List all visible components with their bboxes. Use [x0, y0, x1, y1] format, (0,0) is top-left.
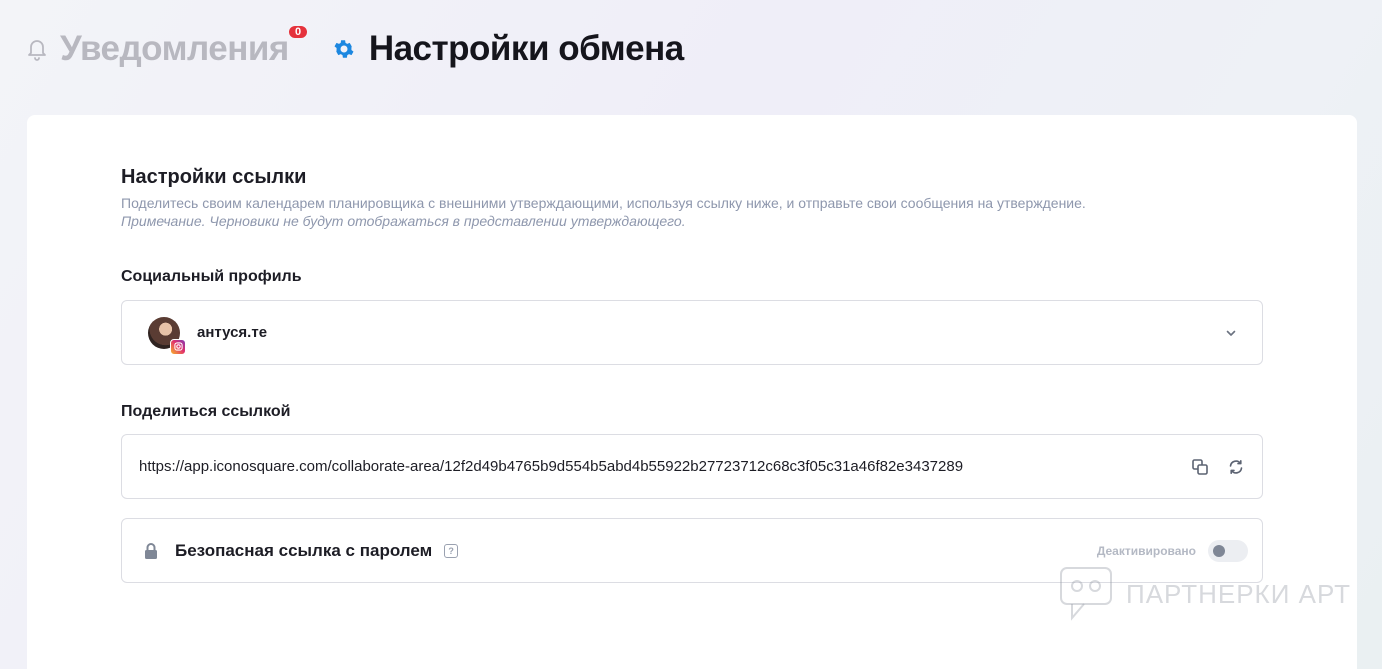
link-settings-note: Примечание. Черновики не будут отображат… — [121, 213, 686, 229]
tab-notifications[interactable]: Уведомления 0 — [26, 24, 309, 69]
settings-card: Настройки ссылки Поделитесь своим календ… — [27, 115, 1357, 669]
bell-icon — [26, 37, 48, 61]
social-profile-select[interactable]: антуся.те — [121, 300, 1263, 365]
instagram-icon — [170, 338, 186, 355]
chevron-down-icon[interactable] — [1224, 326, 1238, 340]
password-link-label: Безопасная ссылка с паролем — [175, 540, 433, 560]
share-link-url[interactable]: https://app.iconosquare.com/collaborate-… — [139, 458, 963, 475]
password-status: Деактивировано — [1096, 543, 1196, 558]
link-settings-description: Поделитесь своим календарем планировщика… — [121, 195, 1086, 211]
gear-icon — [332, 37, 356, 61]
lock-icon — [143, 542, 159, 560]
toggle-knob — [1213, 544, 1225, 557]
help-icon[interactable]: ? — [444, 543, 459, 558]
settings-content: Настройки ссылки Поделитесь своим календ… — [121, 163, 1263, 583]
social-profile-label: Социальный профиль — [121, 268, 302, 285]
link-settings-title: Настройки ссылки — [121, 166, 307, 188]
share-link-actions — [1190, 457, 1246, 477]
tab-notifications-label: Уведомления — [60, 29, 289, 68]
password-link-row: Безопасная ссылка с паролем ? Деактивиро… — [121, 518, 1263, 583]
avatar — [148, 316, 186, 355]
notification-badge: 0 — [287, 24, 309, 40]
header-tabs: Уведомления 0 Настройки обмена — [26, 24, 684, 74]
tab-share-settings-label: Настройки обмена — [368, 29, 684, 68]
share-link-field[interactable]: https://app.iconosquare.com/collaborate-… — [121, 434, 1263, 499]
password-toggle[interactable] — [1208, 539, 1248, 562]
refresh-icon[interactable] — [1226, 457, 1246, 477]
selected-profile-name: антуся.те — [197, 324, 268, 341]
tab-share-settings[interactable]: Настройки обмена — [332, 29, 684, 69]
copy-icon[interactable] — [1190, 457, 1210, 477]
share-link-label: Поделиться ссылкой — [121, 403, 291, 420]
